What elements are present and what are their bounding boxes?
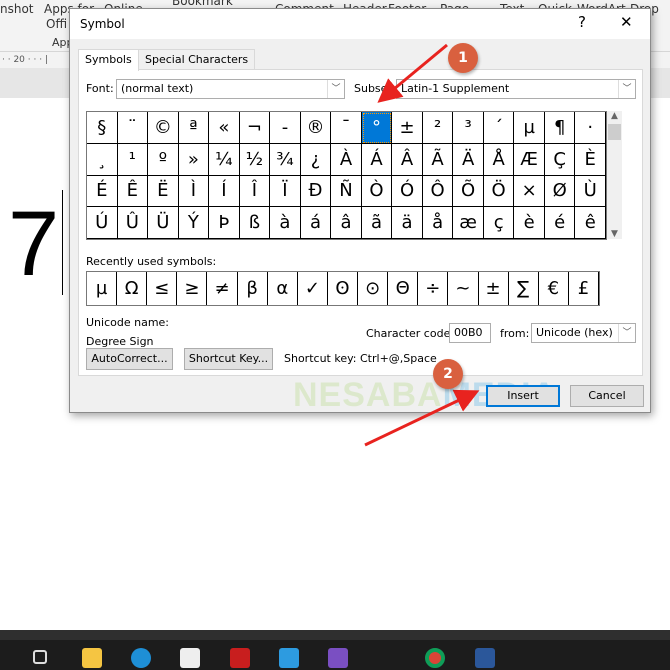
task-view-icon[interactable] [33,650,47,664]
word-icon[interactable] [475,648,495,668]
arrow-1 [377,43,448,103]
arrow-2 [364,389,480,447]
tab-symbols[interactable]: Symbols [78,49,139,71]
file-explorer-icon[interactable] [82,648,102,668]
edge-icon[interactable] [131,648,151,668]
gift-icon[interactable] [230,648,250,668]
chrome-icon[interactable] [425,648,445,668]
status-bar [0,630,670,640]
annotation-arrows [364,43,480,447]
taskbar [0,640,670,670]
step-badge-2: 2 [433,359,463,389]
store-icon[interactable] [180,648,200,668]
visual-studio-icon[interactable] [328,648,348,668]
mail-icon[interactable] [279,648,299,668]
step-badge-1: 1 [448,43,478,73]
